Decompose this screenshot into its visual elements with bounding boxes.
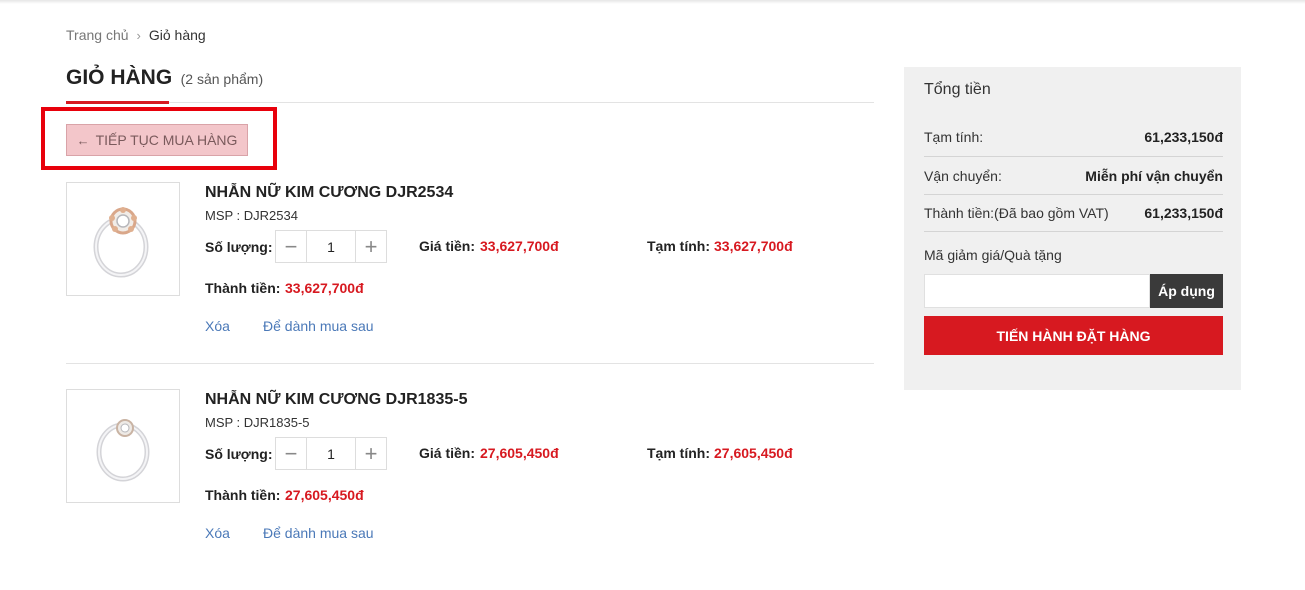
summary-title: Tổng tiền bbox=[924, 81, 991, 98]
item-divider bbox=[66, 363, 874, 364]
summary-subtotal-value: 61,233,150đ bbox=[1144, 129, 1223, 145]
title-underline bbox=[66, 101, 169, 104]
breadcrumb: Trang chủ › Giỏ hàng bbox=[66, 27, 206, 43]
apply-coupon-button[interactable]: Áp dụng bbox=[1150, 274, 1223, 308]
plus-icon[interactable]: + bbox=[355, 231, 386, 262]
checkout-button[interactable]: TIẾN HÀNH ĐẶT HÀNG bbox=[924, 316, 1223, 355]
quantity-stepper: − 1 + bbox=[275, 437, 387, 470]
product-name[interactable]: NHẪN NỮ KIM CƯƠNG DJR1835-5 bbox=[205, 391, 467, 409]
product-code: MSP : DJR2534 bbox=[205, 208, 298, 223]
summary-subtotal-row: Tạm tính: 61,233,150đ bbox=[924, 118, 1223, 156]
price-value: 27,605,450đ bbox=[480, 445, 559, 461]
summary-shipping-value: Miễn phí vận chuyển bbox=[1085, 167, 1223, 184]
summary-subtotal-label: Tạm tính: bbox=[924, 129, 984, 145]
total-label: Thành tiền: bbox=[205, 280, 281, 296]
product-image[interactable] bbox=[66, 389, 180, 503]
coupon-label: Mã giảm giá/Quà tặng bbox=[924, 247, 1062, 263]
summary-shipping-row: Vận chuyển: Miễn phí vận chuyển bbox=[924, 156, 1223, 194]
cart-header: GIỎ HÀNG (2 sản phẩm) bbox=[66, 66, 874, 104]
minus-icon[interactable]: − bbox=[276, 438, 307, 469]
subtotal-label: Tạm tính: bbox=[647, 238, 710, 254]
price-label: Giá tiền: bbox=[419, 238, 476, 254]
quantity-stepper: − 1 + bbox=[275, 230, 387, 263]
minus-icon[interactable]: − bbox=[276, 231, 307, 262]
summary-total-value: 61,233,150đ bbox=[1144, 205, 1223, 221]
total-value: 27,605,450đ bbox=[285, 487, 364, 503]
summary-total-label: Thành tiền:(Đã bao gồm VAT) bbox=[924, 205, 1109, 221]
product-name[interactable]: NHẪN NỮ KIM CƯƠNG DJR2534 bbox=[205, 184, 453, 202]
quantity-input[interactable]: 1 bbox=[307, 438, 355, 469]
header-shadow bbox=[0, 0, 1305, 4]
breadcrumb-current: Giỏ hàng bbox=[148, 27, 206, 43]
quantity-input[interactable]: 1 bbox=[307, 231, 355, 262]
save-for-later-link[interactable]: Để dành mua sau bbox=[263, 318, 374, 334]
breadcrumb-separator: › bbox=[136, 27, 141, 43]
product-code: MSP : DJR1835-5 bbox=[205, 415, 310, 430]
remove-link[interactable]: Xóa bbox=[205, 525, 230, 541]
ring-image-icon bbox=[93, 207, 149, 278]
total-label: Thành tiền: bbox=[205, 487, 281, 503]
breadcrumb-home-link[interactable]: Trang chủ bbox=[66, 27, 129, 43]
total-value: 33,627,700đ bbox=[285, 280, 364, 296]
subtotal-value: 27,605,450đ bbox=[714, 445, 793, 461]
subtotal-value: 33,627,700đ bbox=[714, 238, 793, 254]
coupon-input[interactable] bbox=[924, 274, 1150, 308]
continue-shopping-label: TIẾP TỤC MUA HÀNG bbox=[95, 132, 238, 148]
summary-shipping-label: Vận chuyển: bbox=[924, 167, 1002, 184]
remove-link[interactable]: Xóa bbox=[205, 318, 230, 334]
continue-shopping-button[interactable]: ← TIẾP TỤC MUA HÀNG bbox=[66, 124, 248, 156]
product-image[interactable] bbox=[66, 182, 180, 296]
plus-icon[interactable]: + bbox=[355, 438, 386, 469]
quantity-label: Số lượng: bbox=[205, 446, 273, 462]
save-for-later-link[interactable]: Để dành mua sau bbox=[263, 525, 374, 541]
price-value: 33,627,700đ bbox=[480, 238, 559, 254]
page-title: GIỎ HÀNG bbox=[66, 66, 173, 89]
subtotal-label: Tạm tính: bbox=[647, 445, 710, 461]
cart-item-count: (2 sản phẩm) bbox=[180, 71, 264, 87]
quantity-label: Số lượng: bbox=[205, 239, 273, 255]
order-summary-panel: Tổng tiền Tạm tính: 61,233,150đ Vận chuy… bbox=[904, 67, 1241, 390]
arrow-left-icon: ← bbox=[76, 132, 90, 148]
ring-image-icon bbox=[96, 419, 150, 482]
summary-total-row: Thành tiền:(Đã bao gồm VAT) 61,233,150đ bbox=[924, 194, 1223, 232]
price-label: Giá tiền: bbox=[419, 445, 476, 461]
